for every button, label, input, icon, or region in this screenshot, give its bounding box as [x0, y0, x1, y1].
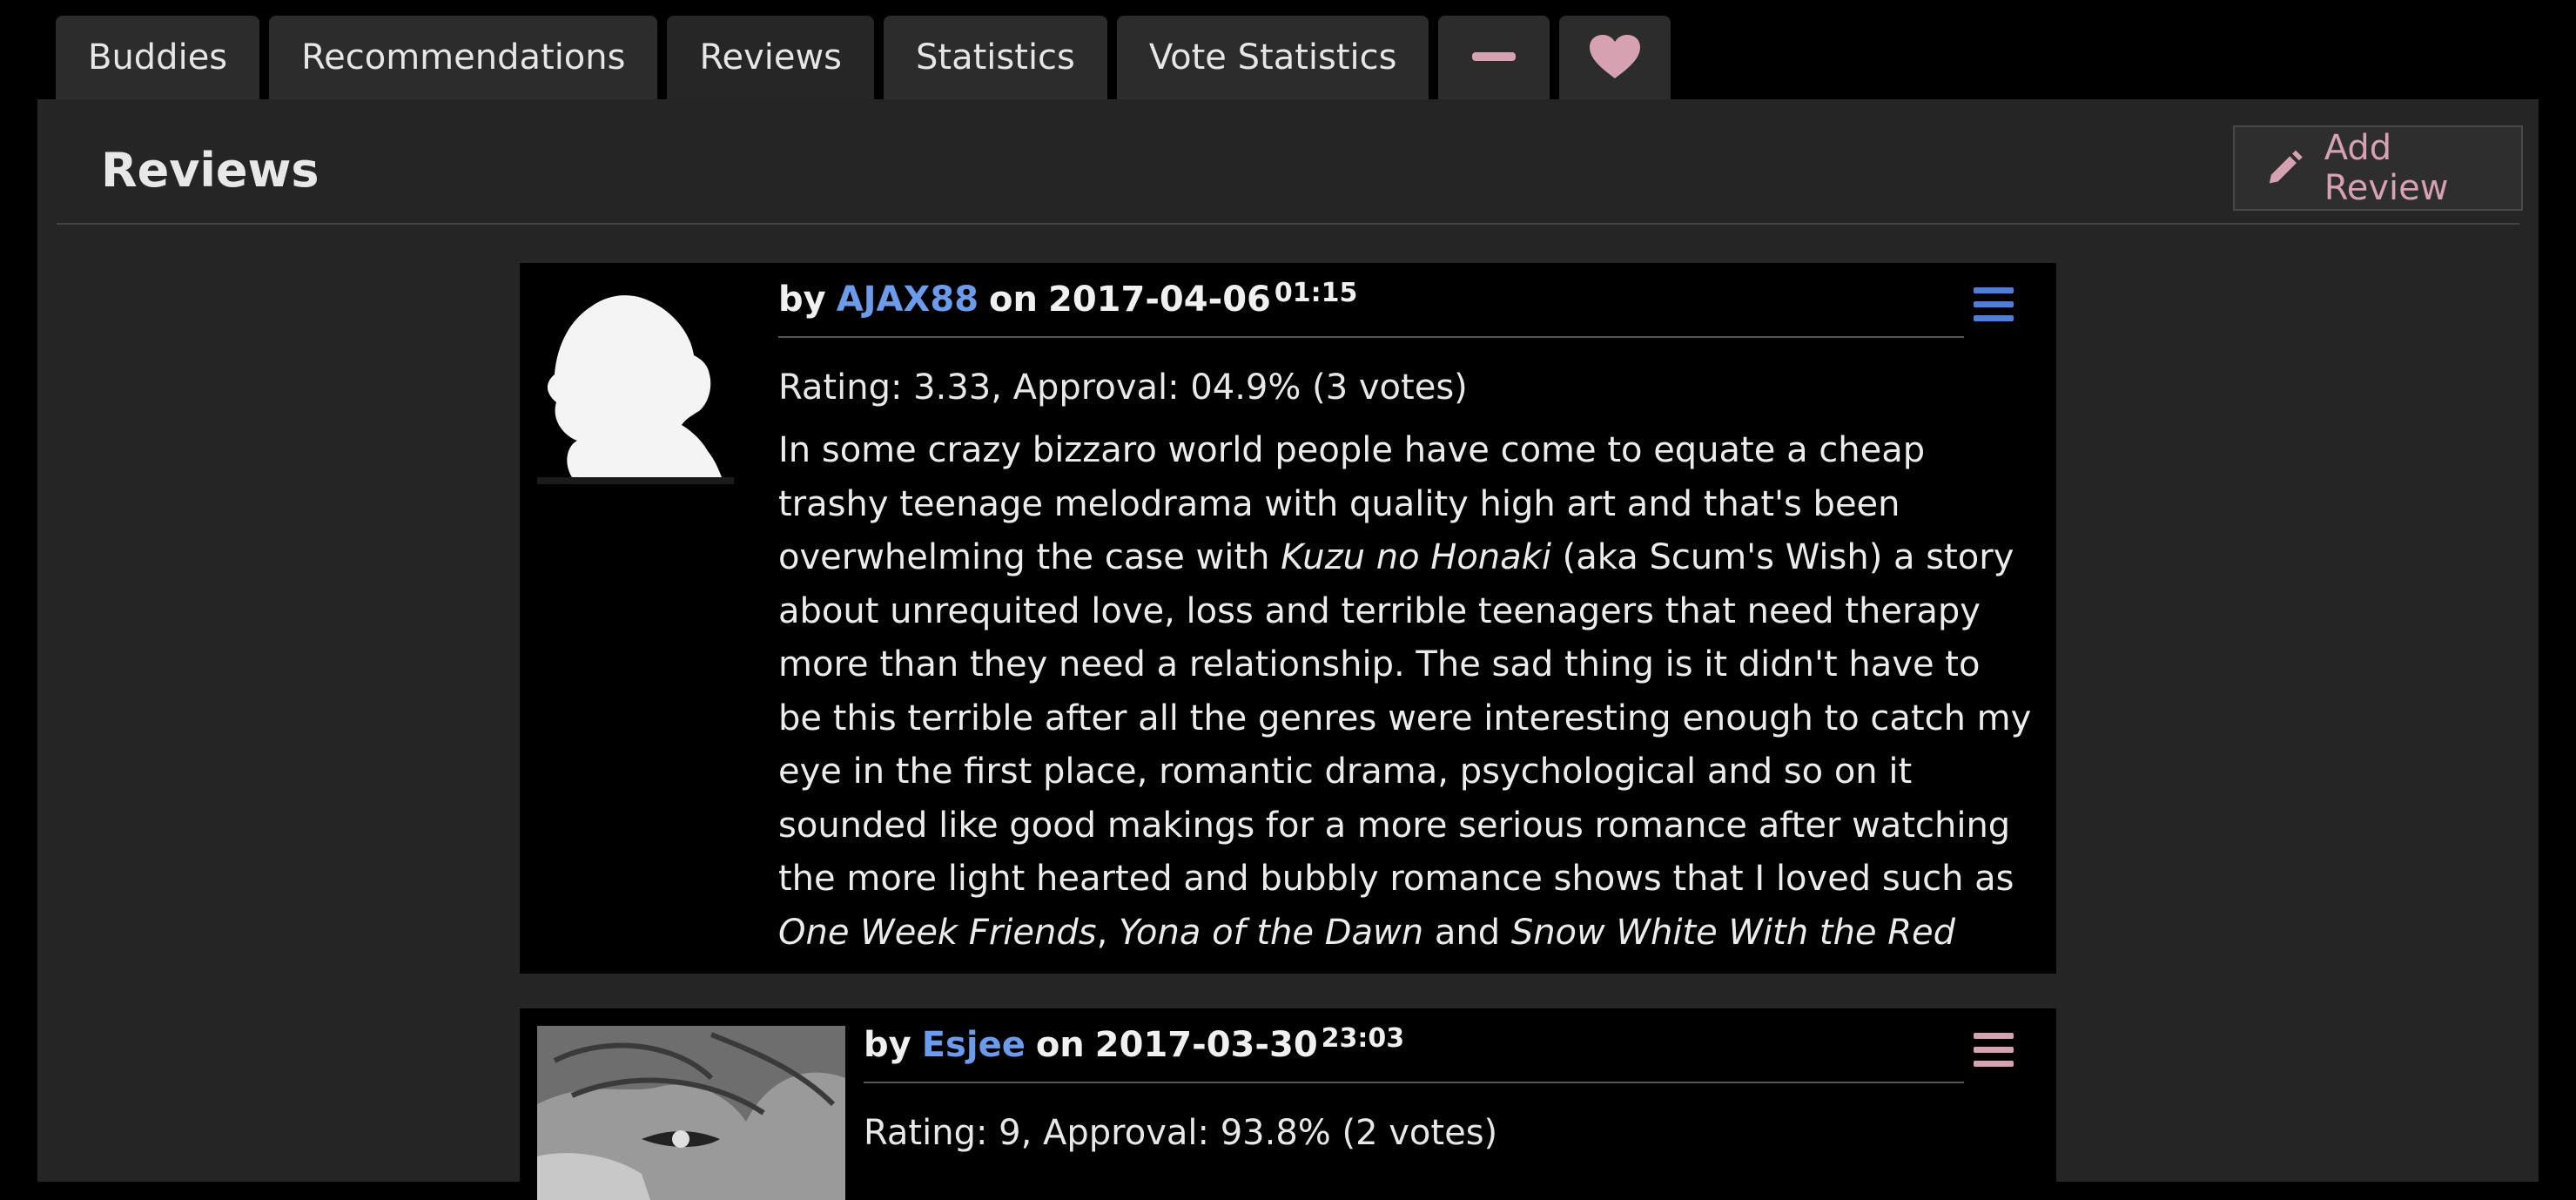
tab-ignore[interactable] [1438, 16, 1550, 99]
on-label: on [1035, 1025, 1085, 1065]
review-author-link[interactable]: AJAX88 [837, 280, 979, 320]
review-author-link[interactable]: Esjee [922, 1025, 1026, 1065]
hamburger-menu-icon[interactable] [1974, 287, 2014, 322]
tab-recommendations[interactable]: Recommendations [269, 16, 658, 99]
tab-buddies[interactable]: Buddies [56, 16, 260, 99]
user-avatar [537, 295, 734, 484]
user-avatar [537, 1026, 845, 1200]
tab-reviews[interactable]: Reviews [667, 16, 875, 99]
review-time: 01:15 [1274, 277, 1358, 308]
heart-icon [1590, 35, 1641, 78]
review-text-run: , [1096, 912, 1120, 953]
review-card: by Esjee on 2017-03-30 23:03 Rating: 9, … [520, 1008, 2056, 1200]
page-title: Reviews [101, 143, 319, 198]
review-text-run: (aka Scum's Wish) a story about unrequit… [778, 537, 2032, 899]
minus-icon [1472, 52, 1517, 61]
review-header: by Esjee on 2017-03-30 23:03 [864, 1008, 1964, 1083]
tab-vote-statistics[interactable]: Vote Statistics [1116, 16, 1429, 99]
tab-bar: Buddies Recommendations Reviews Statisti… [56, 16, 1671, 99]
review-body: In some crazy bizzaro world people have … [778, 424, 2032, 964]
tab-favorite[interactable] [1559, 16, 1671, 99]
add-review-button[interactable]: Add Review [2233, 125, 2523, 211]
review-text-run: and [1423, 912, 1511, 953]
pencil-icon [2269, 150, 2303, 184]
hamburger-menu-icon[interactable] [1974, 1033, 2014, 1068]
by-label: by [864, 1025, 911, 1065]
review-rating: Rating: 3.33, Approval: 04.9% (3 votes) [778, 367, 1468, 408]
by-label: by [778, 280, 826, 320]
review-header: by AJAX88 on 2017-04-06 01:15 [778, 263, 1964, 338]
review-date: 2017-03-30 [1094, 1025, 1318, 1065]
tab-statistics[interactable]: Statistics [884, 16, 1107, 99]
review-title-reference: Kuzu no Honaki [1281, 537, 1551, 577]
on-label: on [989, 280, 1038, 320]
review-rating: Rating: 9, Approval: 93.8% (2 votes) [864, 1113, 1498, 1153]
review-date: 2017-04-06 [1048, 280, 1271, 320]
review-time: 23:03 [1321, 1022, 1405, 1054]
review-title-reference: One Week Friends [778, 912, 1097, 953]
panel-header: Reviews Add Review [57, 99, 2523, 225]
review-title-reference: Yona of the Dawn [1119, 912, 1424, 953]
review-card: by AJAX88 on 2017-04-06 01:15 Rating: 3.… [520, 263, 2056, 974]
add-review-label: Add Review [2324, 128, 2449, 208]
